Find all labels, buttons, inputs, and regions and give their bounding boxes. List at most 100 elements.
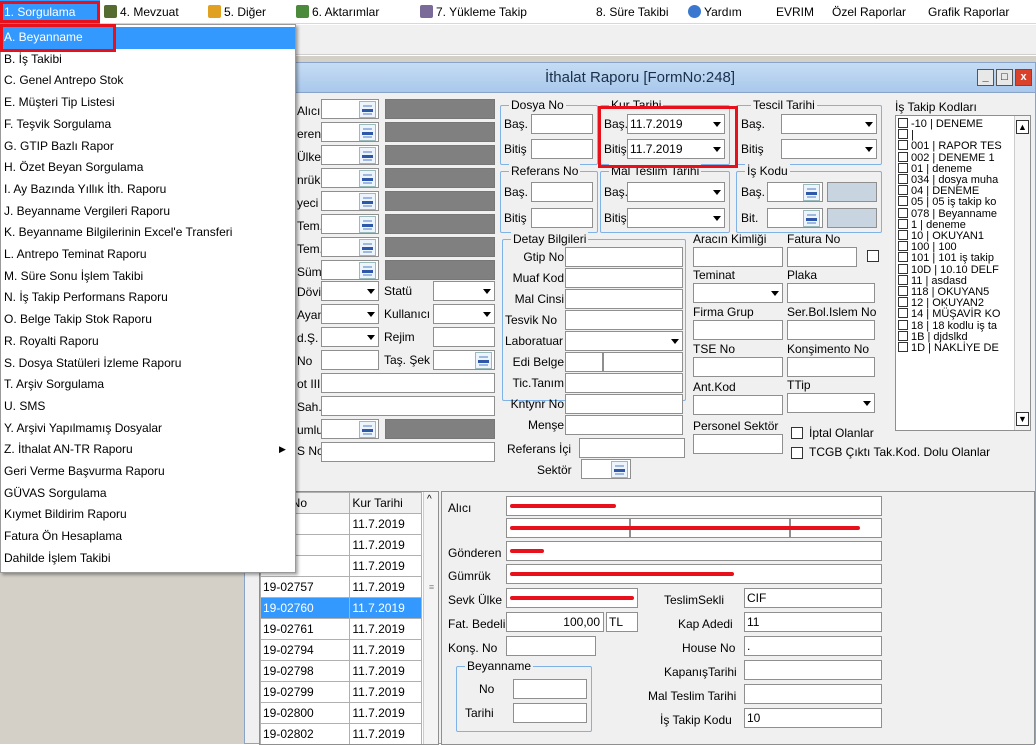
- grid-cell-kur[interactable]: 11.7.2019: [349, 618, 422, 640]
- table-row[interactable]: 19-02757 11.7.2019: [260, 576, 422, 598]
- detail-teslim-input[interactable]: CIF: [744, 588, 882, 608]
- referans-ici-input[interactable]: [579, 438, 685, 458]
- dropdown-item[interactable]: M. Süre Sonu İşlem Takibi: [1, 266, 295, 288]
- dropdown-item[interactable]: E. Müşteri Tip Listesi: [1, 92, 295, 114]
- grid-header-kur[interactable]: Kur Tarihi: [349, 492, 422, 514]
- minimize-button[interactable]: _: [977, 69, 994, 86]
- tic-tanim-input[interactable]: [565, 373, 683, 393]
- detail-gonderen-input[interactable]: [506, 541, 882, 561]
- is-takip-item[interactable]: 1 | deneme: [898, 218, 966, 230]
- is-takip-checkbox[interactable]: [898, 218, 908, 229]
- menu-grafik-raporlar[interactable]: Grafik Raporlar: [928, 0, 1009, 24]
- is-takip-checkbox[interactable]: [898, 263, 908, 274]
- is-takip-item[interactable]: 034 | dosya muha: [898, 174, 998, 186]
- no-input[interactable]: [321, 350, 379, 370]
- is-takip-item[interactable]: 12 | OKUYAN2: [898, 297, 984, 309]
- edi-belge-input[interactable]: [565, 352, 603, 372]
- musavir-picker-icon[interactable]: [359, 193, 376, 210]
- kntynr-input[interactable]: [565, 394, 683, 414]
- edi-belge-desc[interactable]: [603, 352, 683, 372]
- dropdown-item[interactable]: T. Arşiv Sorgulama: [1, 374, 295, 396]
- statu-select[interactable]: [433, 281, 495, 301]
- dropdown-item[interactable]: A. Beyanname: [1, 27, 295, 49]
- dropdown-item[interactable]: G. GTIP Bazlı Rapor: [1, 136, 295, 158]
- menu-mevzuat[interactable]: 4. Mevzuat: [104, 0, 179, 24]
- ser-bol-input[interactable]: [787, 320, 875, 340]
- muaf-input[interactable]: [565, 268, 683, 288]
- is-takip-item[interactable]: 04 | DENEME: [898, 185, 979, 197]
- kullanici-select[interactable]: [433, 304, 495, 324]
- umlu-picker-icon[interactable]: [359, 421, 376, 438]
- dropdown-item[interactable]: Z. İthalat AN-TR Raporu ▶: [1, 439, 295, 461]
- dosya-bas-input[interactable]: [531, 114, 593, 134]
- table-row[interactable]: 19-02799 11.7.2019: [260, 681, 422, 703]
- beyanname-tarihi-input[interactable]: [513, 703, 587, 723]
- is-takip-checkbox[interactable]: [898, 308, 908, 319]
- menu-yukleme-takip[interactable]: 7. Yükleme Takip: [420, 0, 527, 24]
- dropdown-item[interactable]: F. Teşvik Sorgulama: [1, 114, 295, 136]
- kur-bitis-date[interactable]: 11.7.2019: [627, 139, 725, 159]
- grid-scroll-up-icon[interactable]: ^: [427, 494, 432, 505]
- menu-aktarimlar[interactable]: 6. Aktarımlar: [296, 0, 379, 24]
- is-takip-item[interactable]: 10 | OKUYAN1: [898, 230, 984, 242]
- mal-cinsi-input[interactable]: [565, 289, 683, 309]
- is-takip-checkbox[interactable]: [898, 207, 908, 218]
- dosya-bitis-input[interactable]: [531, 139, 593, 159]
- menu-sure-takibi[interactable]: 8. Süre Takibi: [596, 0, 669, 24]
- grid-cell-dosya[interactable]: 19-02794: [260, 639, 351, 661]
- dropdown-item[interactable]: J. Beyanname Vergileri Raporu: [1, 201, 295, 223]
- menu-diger[interactable]: 5. Diğer: [208, 0, 266, 24]
- doviz-select[interactable]: [321, 281, 379, 301]
- firma-grup-input[interactable]: [693, 320, 783, 340]
- table-row[interactable]: 19-02802 11.7.2019: [260, 723, 422, 744]
- ods-select[interactable]: [321, 327, 379, 347]
- beyanname-no-input[interactable]: [513, 679, 587, 699]
- personel-sektor-input[interactable]: [693, 434, 783, 454]
- dropdown-item[interactable]: C. Genel Antrepo Stok: [1, 70, 295, 92]
- grid-cell-dosya[interactable]: 19-02798: [260, 660, 351, 682]
- dropdown-item[interactable]: Dahilde İşlem Takibi: [1, 548, 295, 570]
- dropdown-item[interactable]: O. Belge Takip Stok Raporu: [1, 309, 295, 331]
- table-row[interactable]: 19-02798 11.7.2019: [260, 660, 422, 682]
- grid-cell-kur[interactable]: 11.7.2019: [349, 639, 422, 661]
- close-button[interactable]: x: [1015, 69, 1032, 86]
- ref-bitis-input[interactable]: [531, 208, 593, 228]
- maximize-button[interactable]: □: [996, 69, 1013, 86]
- rejim-input[interactable]: [433, 327, 495, 347]
- mal-bas-date[interactable]: [627, 182, 725, 202]
- laboratuar-select[interactable]: [565, 331, 683, 351]
- is-takip-checkbox[interactable]: [898, 185, 908, 196]
- is-takip-list[interactable]: -10 | DENEME | 001 | RAPOR TES 002 | DENEME…: [895, 115, 1031, 431]
- grid-scroll-thumb[interactable]: ≡: [426, 582, 437, 594]
- aracin-kimligi-input[interactable]: [693, 247, 783, 267]
- is-takip-checkbox[interactable]: [898, 118, 908, 128]
- grid-cell-kur[interactable]: 11.7.2019: [349, 513, 422, 535]
- is-takip-checkbox[interactable]: [898, 330, 908, 341]
- table-row[interactable]: 19-02800 11.7.2019: [260, 702, 422, 724]
- kur-bas-date[interactable]: 11.7.2019: [627, 114, 725, 134]
- tem2-picker-icon[interactable]: [359, 239, 376, 256]
- grid-cell-kur[interactable]: 11.7.2019: [349, 660, 422, 682]
- is-takip-checkbox[interactable]: [898, 129, 908, 140]
- grid-cell-kur[interactable]: 11.7.2019: [349, 597, 422, 619]
- is-takip-checkbox[interactable]: [898, 151, 908, 162]
- is-takip-checkbox[interactable]: [898, 140, 908, 151]
- is-takip-item[interactable]: 001 | RAPOR TES: [898, 140, 1002, 152]
- menu-sorgulama[interactable]: 1. Sorgulama: [0, 0, 100, 24]
- scroll-down-icon[interactable]: ▼: [1016, 412, 1029, 426]
- detail-house-no-input[interactable]: .: [744, 636, 882, 656]
- is-takip-checkbox[interactable]: [898, 274, 908, 285]
- grid-cell-kur[interactable]: 11.7.2019: [349, 681, 422, 703]
- plaka-input[interactable]: [787, 283, 875, 303]
- mal-bitis-date[interactable]: [627, 208, 725, 228]
- is-takip-checkbox[interactable]: [898, 174, 908, 184]
- iptal-checkbox[interactable]: [791, 427, 803, 439]
- dropdown-item[interactable]: B. İş Takibi: [1, 49, 295, 71]
- tas-sek-picker-icon[interactable]: [475, 352, 492, 369]
- grid-cell-dosya[interactable]: 19-02800: [260, 702, 351, 724]
- gonderen-picker-icon[interactable]: [359, 124, 376, 141]
- grid-cell-kur[interactable]: 11.7.2019: [349, 555, 422, 577]
- gum-picker-icon[interactable]: [359, 262, 376, 279]
- is-takip-checkbox[interactable]: [898, 241, 908, 252]
- menu-yardim[interactable]: Yardım: [688, 0, 742, 24]
